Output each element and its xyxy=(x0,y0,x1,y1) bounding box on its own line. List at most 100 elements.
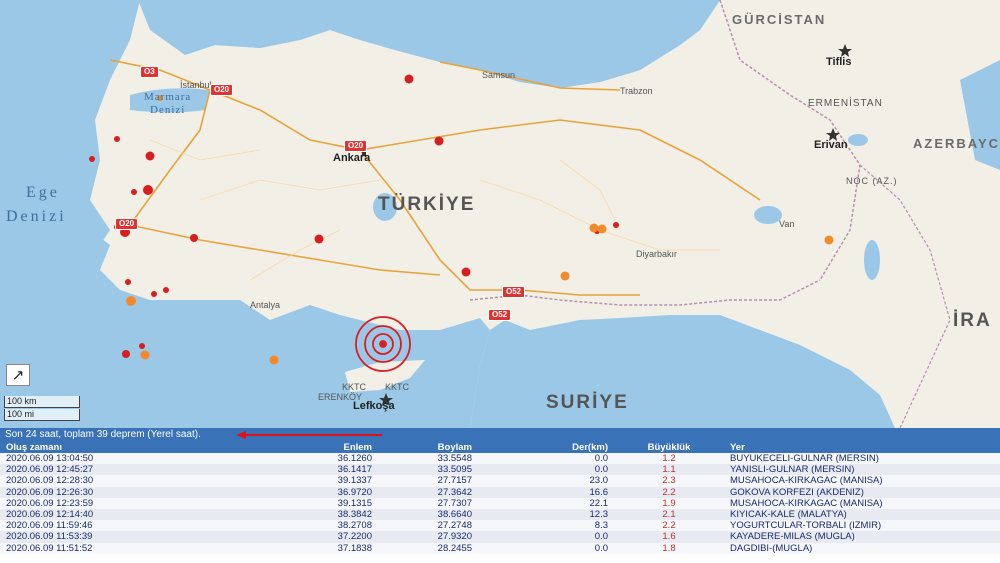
col-header-depth[interactable]: Der(km) xyxy=(478,441,614,453)
label-van: Van xyxy=(779,219,795,229)
label-ege-2: Denizi xyxy=(6,208,67,225)
label-istanbul: İstanbul xyxy=(180,80,212,90)
cell-lon: 27.3642 xyxy=(378,486,478,498)
table-row[interactable]: 2020.06.09 11:59:46 38.2708 27.2748 8.3 2.2 Y… xyxy=(0,520,1000,532)
cell-magnitude: 2.2 xyxy=(614,486,724,498)
cell-magnitude: 1.9 xyxy=(614,497,724,509)
cell-time: 2020.06.09 12:23:59 xyxy=(0,497,110,509)
label-erivan: Erivan xyxy=(814,139,848,151)
cell-magnitude: 1.6 xyxy=(614,531,724,543)
label-ankara: Ankara xyxy=(333,152,371,164)
quake-mark xyxy=(434,136,444,146)
cell-time: 2020.06.09 12:14:40 xyxy=(0,508,110,521)
table-row[interactable]: 2020.06.09 12:26:30 36.9720 27.3642 16.6 2.2… xyxy=(0,486,1000,498)
lake-urmia xyxy=(864,240,880,280)
cell-location: GOKOVA KORFEZI (AKDENIZ) xyxy=(724,486,1000,498)
quake-mark xyxy=(125,279,131,285)
cell-lat: 38.3842 xyxy=(110,508,378,521)
road-shield-o20: O20 xyxy=(115,218,139,230)
col-header-magnitude[interactable]: Büyüklük xyxy=(614,441,724,453)
cell-magnitude: 2.1 xyxy=(614,508,724,521)
label-diyarbakir: Diyarbakır xyxy=(636,249,678,259)
label-turkiye: TÜRKİYE xyxy=(378,194,476,215)
label-marmara-1: Marmara xyxy=(144,91,192,103)
label-suriye: SURİYE xyxy=(546,392,629,413)
quake-mark xyxy=(114,136,120,142)
table-row[interactable]: 2020.06.09 13:04:50 36.1260 33.5548 0.0 1.2 B… xyxy=(0,453,1000,465)
cell-depth: 8.3 xyxy=(478,520,614,532)
col-header-lat[interactable]: Enlem xyxy=(110,441,378,453)
quake-mark xyxy=(560,271,570,281)
label-samsun: Samsun xyxy=(482,70,516,80)
cell-lat: 36.9720 xyxy=(110,486,378,498)
quake-mark xyxy=(89,156,95,162)
lake-sevan xyxy=(848,134,868,146)
col-header-time[interactable]: Oluş zamanı xyxy=(0,441,110,453)
cell-lon: 27.7307 xyxy=(378,497,478,509)
cell-magnitude: 2.3 xyxy=(614,475,724,487)
col-header-location[interactable]: Yer xyxy=(724,441,1000,453)
cell-lon: 33.5548 xyxy=(378,453,478,465)
cell-location: MUSAHOCA-KIRKAGAC (MANISA) xyxy=(724,497,1000,509)
cell-depth: 22.1 xyxy=(478,497,614,509)
lake-van xyxy=(754,206,782,224)
cell-magnitude: 1.2 xyxy=(614,453,724,465)
table-row[interactable]: 2020.06.09 12:14:40 38.3842 38.6640 12.3 2.1… xyxy=(0,508,1000,521)
cell-lon: 27.9320 xyxy=(378,531,478,543)
table-body: 2020.06.09 13:04:50 36.1260 33.5548 0.0 1.2 B… xyxy=(0,453,1000,554)
col-header-lon[interactable]: Boylam xyxy=(378,441,478,453)
label-ermenistan: ERMENİSTAN xyxy=(808,98,883,109)
road-shield-o52: O52 xyxy=(488,309,512,321)
cell-lon: 33.5095 xyxy=(378,464,478,476)
cell-location: MUSAHOCA-KIRKAGAC (MANISA) xyxy=(724,475,1000,487)
cell-magnitude: 2.2 xyxy=(614,520,724,532)
cell-depth: 0.0 xyxy=(478,542,614,554)
cell-lon: 28.2455 xyxy=(378,542,478,554)
table-row[interactable]: 2020.06.09 12:23:59 39.1315 27.7307 22.1 1.9… xyxy=(0,497,1000,509)
quake-mark xyxy=(314,234,324,244)
cell-time: 2020.06.09 12:28:30 xyxy=(0,475,110,487)
cell-lat: 39.1337 xyxy=(110,475,378,487)
label-trabzon: Trabzon xyxy=(620,86,653,96)
table-row[interactable]: 2020.06.09 12:28:30 39.1337 27.7157 23.0 2.3… xyxy=(0,475,1000,487)
cell-lon: 38.6640 xyxy=(378,508,478,521)
quake-mark xyxy=(126,296,136,306)
quake-mark xyxy=(151,291,157,297)
table-header-row: Oluş zamanı Enlem Boylam Der(km) Büyüklü… xyxy=(0,441,1000,453)
latest-quake-marker xyxy=(355,316,411,372)
cell-lat: 36.1417 xyxy=(110,464,378,476)
quake-mark xyxy=(461,267,471,277)
cell-depth: 0.0 xyxy=(478,453,614,465)
earthquake-table[interactable]: Oluş zamanı Enlem Boylam Der(km) Büyüklü… xyxy=(0,441,1000,563)
label-tiflis: Tiflis xyxy=(826,56,852,68)
quake-mark xyxy=(139,343,145,349)
quake-mark xyxy=(143,185,153,195)
cell-time: 2020.06.09 12:45:27 xyxy=(0,464,110,476)
table-row[interactable]: 2020.06.09 11:51:52 37.1838 28.2455 0.0 1.8 D… xyxy=(0,542,1000,554)
cell-depth: 16.6 xyxy=(478,486,614,498)
quake-mark xyxy=(145,151,155,161)
expand-arrow-icon[interactable]: ↗ xyxy=(6,364,30,386)
cell-time: 2020.06.09 11:51:52 xyxy=(0,542,110,554)
cell-location: KAYADERE-MILAS (MUGLA) xyxy=(724,531,1000,543)
quake-mark xyxy=(824,235,834,245)
cell-depth: 0.0 xyxy=(478,531,614,543)
quake-mark xyxy=(613,222,619,228)
label-azerbaycan: AZERBAYCA xyxy=(913,136,1000,151)
label-marmara-2: Denizi xyxy=(150,104,186,116)
cell-magnitude: 1.1 xyxy=(614,464,724,476)
quake-mark xyxy=(163,287,169,293)
earthquake-map[interactable]: GÜRCİSTAN ERMENİSTAN AZERBAYCA NOC (AZ.)… xyxy=(0,0,1000,428)
label-lefkosa: Lefkoşa xyxy=(353,400,395,412)
table-row[interactable]: 2020.06.09 11:53:39 37.2200 27.9320 0.0 1.6 K… xyxy=(0,531,1000,543)
quake-mark xyxy=(269,355,279,365)
cell-location: YANISLI-GULNAR (MERSIN) xyxy=(724,464,1000,476)
label-iran: İRA xyxy=(953,310,992,331)
table-row[interactable]: 2020.06.09 12:45:27 36.1417 33.5095 0.0 1.1 Y… xyxy=(0,464,1000,476)
cell-lon: 27.2748 xyxy=(378,520,478,532)
quake-mark xyxy=(404,74,414,84)
cell-magnitude: 1.8 xyxy=(614,542,724,554)
label-antalya: Antalya xyxy=(250,300,281,310)
cell-depth: 0.0 xyxy=(478,464,614,476)
quake-mark xyxy=(140,350,150,360)
